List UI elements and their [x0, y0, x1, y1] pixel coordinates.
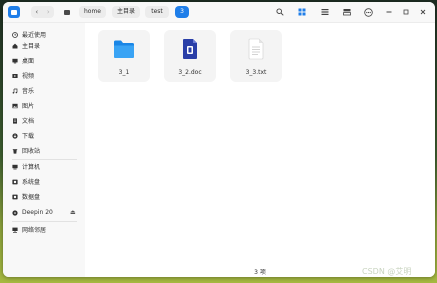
- sidebar-item-data-disk[interactable]: 数据盘: [3, 190, 85, 203]
- icon-view-icon[interactable]: [297, 7, 307, 17]
- minimize-icon[interactable]: [384, 7, 394, 17]
- sidebar-item-computer[interactable]: 计算机: [3, 160, 85, 173]
- forward-button[interactable]: ›: [43, 6, 55, 18]
- breadcrumb-home-directory[interactable]: 主目录: [112, 6, 140, 18]
- breadcrumb-home[interactable]: home: [79, 6, 106, 18]
- disk-icon: [12, 194, 18, 200]
- disk-icon: [12, 179, 18, 185]
- file-manager-window: ‹ › home 主目录 test 3 最近使用 主目录 桌面 视频 音乐 图片…: [3, 2, 435, 277]
- list-view-icon[interactable]: [320, 7, 330, 17]
- sidebar-item-pictures[interactable]: 图片: [3, 99, 85, 112]
- music-icon: [12, 88, 18, 94]
- home-icon: [12, 43, 18, 49]
- detail-panel-icon[interactable]: [342, 7, 352, 17]
- sidebar-item-label: 最近使用: [22, 32, 47, 39]
- watermark-text: CSDN @艾明: [362, 267, 412, 276]
- close-icon[interactable]: [418, 7, 428, 17]
- video-icon: [12, 73, 18, 79]
- sidebar-divider: [12, 221, 77, 222]
- root-disk-icon[interactable]: [61, 6, 73, 18]
- sidebar-item-deepin-20[interactable]: Deepin 20 ⏏: [3, 206, 85, 219]
- file-name: 3_1: [118, 69, 130, 76]
- eject-icon[interactable]: ⏏: [70, 209, 76, 216]
- sidebar-item-label: 桌面: [22, 58, 35, 65]
- download-icon: [12, 132, 18, 139]
- breadcrumb-3[interactable]: 3: [175, 6, 189, 18]
- file-item-3-2-doc[interactable]: 3_2.doc: [164, 30, 216, 82]
- sidebar-item-music[interactable]: 音乐: [3, 84, 85, 97]
- history-navigation: ‹ ›: [31, 6, 54, 18]
- search-icon[interactable]: [275, 7, 285, 17]
- sidebar-item-network[interactable]: 网络邻居: [3, 223, 85, 236]
- trash-icon: [12, 148, 18, 154]
- disc-icon: [12, 209, 18, 216]
- sidebar-item-label: 主目录: [22, 43, 41, 50]
- computer-icon: [12, 164, 18, 170]
- breadcrumb-test[interactable]: test: [145, 6, 169, 18]
- sidebar-item-label: 网络邻居: [22, 227, 47, 234]
- picture-icon: [12, 103, 18, 109]
- document-icon: [12, 117, 18, 124]
- sidebar-item-label: 文档: [22, 118, 35, 125]
- folder-icon: [114, 40, 134, 58]
- sidebar-item-downloads[interactable]: 下载: [3, 129, 85, 142]
- word-document-icon: [183, 39, 197, 59]
- sidebar-item-label: 音乐: [22, 88, 35, 95]
- file-view: 3_1 3_2.doc 3_3.txt 3 项: [85, 23, 435, 277]
- sidebar-item-label: 视频: [22, 73, 35, 80]
- sidebar-item-label: 下载: [22, 133, 35, 140]
- file-name: 3_3.txt: [245, 69, 267, 76]
- text-file-icon: [248, 38, 264, 60]
- sidebar-item-label: 数据盘: [22, 194, 41, 201]
- clock-icon: [12, 31, 18, 38]
- sidebar-item-documents[interactable]: 文档: [3, 114, 85, 127]
- sidebar-item-desktop[interactable]: 桌面: [3, 54, 85, 67]
- more-options-icon[interactable]: [363, 7, 373, 17]
- network-icon: [12, 227, 18, 233]
- sidebar-item-label: 回收站: [22, 148, 41, 155]
- sidebar: 最近使用 主目录 桌面 视频 音乐 图片 文档 下载 回收站 计算机 系统盘 数…: [3, 23, 85, 277]
- sidebar-item-trash[interactable]: 回收站: [3, 144, 85, 157]
- sidebar-item-label: 计算机: [22, 164, 41, 171]
- file-name: 3_2.doc: [178, 69, 202, 76]
- sidebar-item-label: 系统盘: [22, 179, 41, 186]
- file-item-3-3-txt[interactable]: 3_3.txt: [230, 30, 282, 82]
- sidebar-item-videos[interactable]: 视频: [3, 69, 85, 82]
- file-manager-app-icon[interactable]: [8, 6, 20, 18]
- sidebar-item-system-disk[interactable]: 系统盘: [3, 175, 85, 188]
- sidebar-item-home[interactable]: 主目录: [3, 39, 85, 52]
- sidebar-item-label: Deepin 20: [22, 209, 53, 216]
- sidebar-item-label: 图片: [22, 103, 35, 110]
- maximize-icon[interactable]: [401, 7, 411, 17]
- title-bar: ‹ › home 主目录 test 3: [3, 2, 435, 23]
- desktop-icon: [12, 58, 18, 64]
- back-button[interactable]: ‹: [31, 6, 43, 18]
- file-item-3-1[interactable]: 3_1: [98, 30, 150, 82]
